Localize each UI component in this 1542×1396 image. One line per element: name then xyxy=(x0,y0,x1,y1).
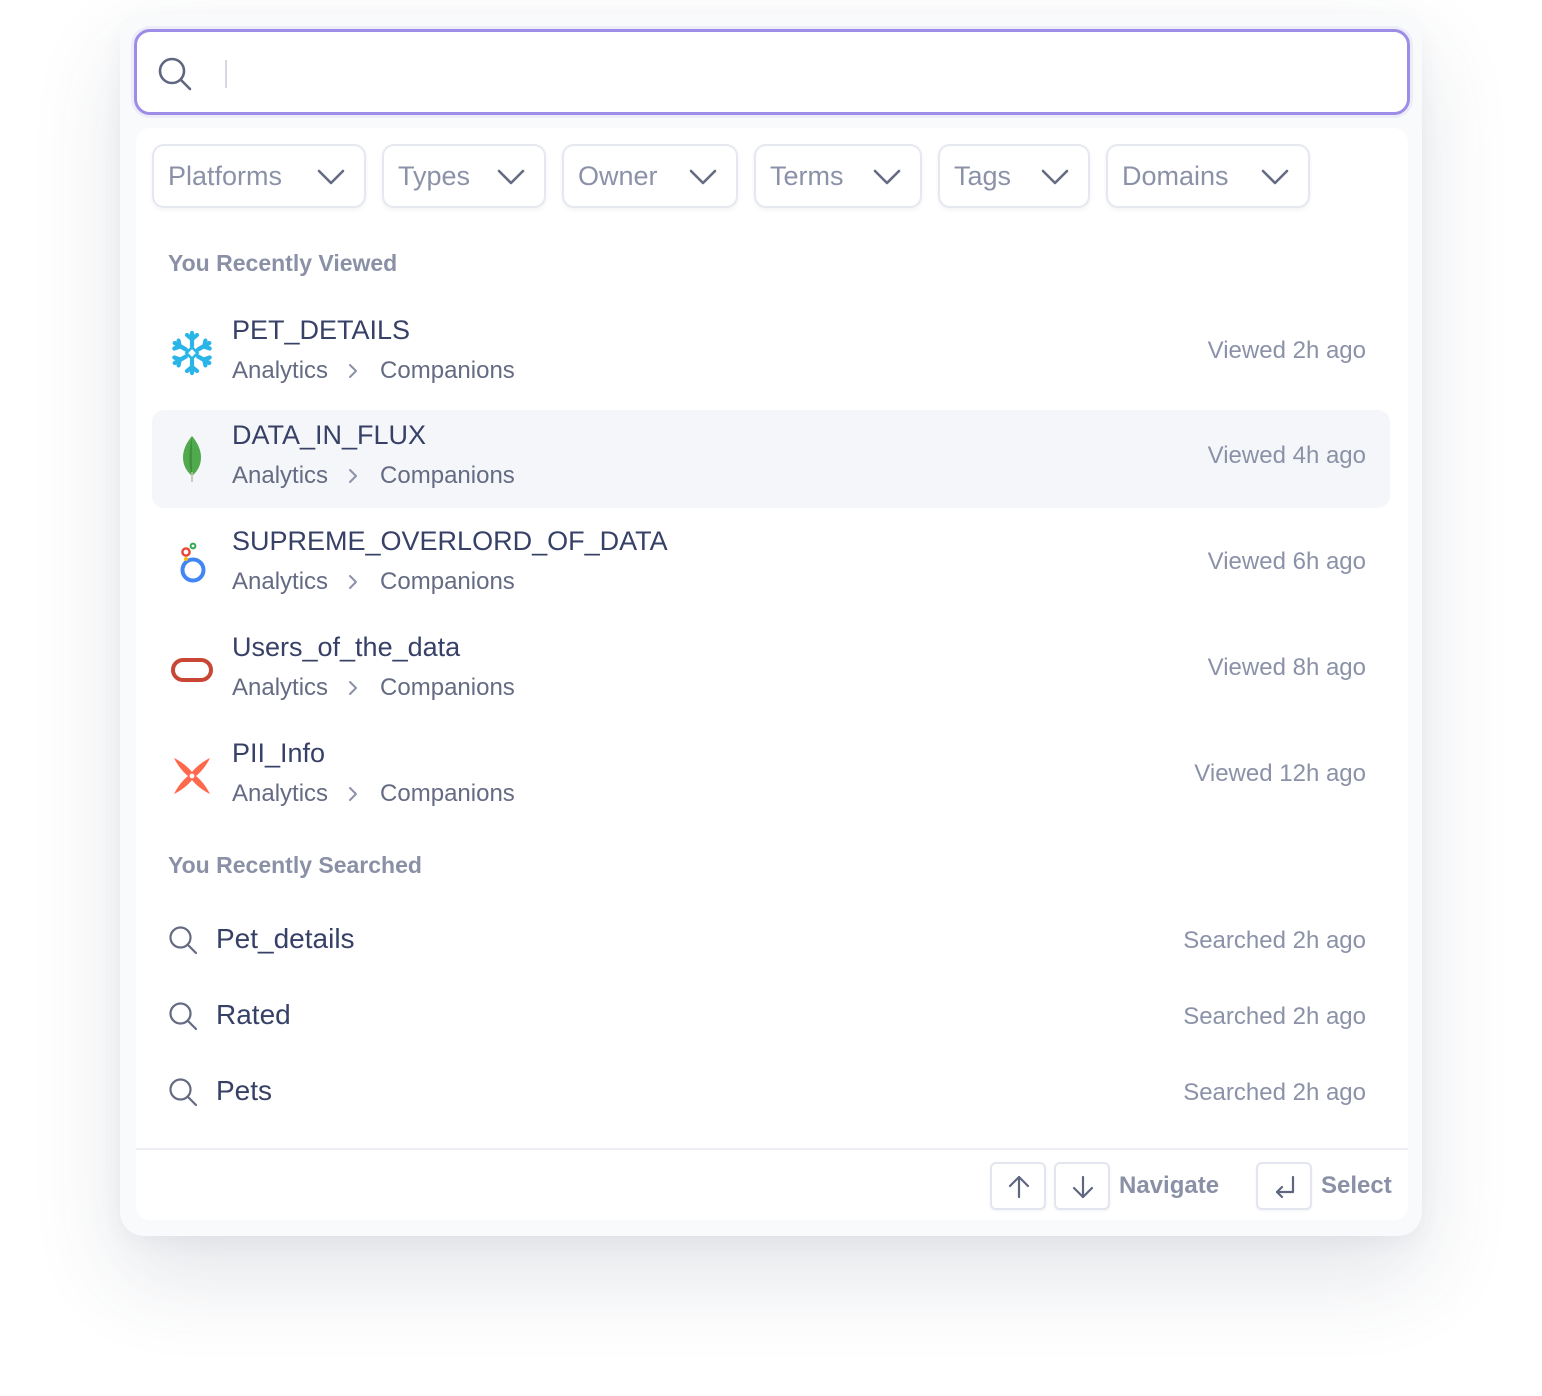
filter-terms[interactable]: Terms xyxy=(754,144,922,208)
chevron-right-icon xyxy=(349,469,358,483)
filter-platforms[interactable]: Platforms xyxy=(152,144,366,208)
breadcrumb-part: Analytics xyxy=(232,674,329,701)
viewed-time: Viewed 6h ago xyxy=(1207,548,1366,575)
searched-time: Searched 2h ago xyxy=(1183,927,1366,954)
enter-icon xyxy=(1275,1175,1295,1199)
recent-item-data-in-flux[interactable]: DATA_IN_FLUX Analytics Companions Viewed… xyxy=(152,410,1390,508)
recent-item-supreme-overlord-of-data[interactable]: SUPREME_OVERLORD_OF_DATA Analytics Compa… xyxy=(152,516,1390,614)
chevron-down-icon xyxy=(689,169,717,185)
recent-item-users-of-the-data[interactable]: Users_of_the_data Analytics Companions V… xyxy=(152,622,1390,720)
breadcrumb: Analytics Companions xyxy=(232,780,515,808)
breadcrumb-part: Analytics xyxy=(232,462,329,489)
search-query: Rated xyxy=(216,999,291,1030)
viewed-time: Viewed 8h ago xyxy=(1207,654,1366,681)
filter-label: Owner xyxy=(578,160,658,191)
recent-item-pii-info[interactable]: PII_Info Analytics Companions Viewed 12h… xyxy=(152,728,1390,826)
recent-search-pet-details[interactable]: Pet_details Searched 2h ago xyxy=(152,908,1390,972)
keyboard-hints-footer: Navigate Select xyxy=(136,1148,1408,1220)
arrow-up-key[interactable] xyxy=(990,1162,1046,1210)
dbt-icon xyxy=(174,758,210,794)
filter-label: Terms xyxy=(770,160,844,191)
search-query: Pet_details xyxy=(216,923,355,954)
viewed-time: Viewed 2h ago xyxy=(1207,337,1366,364)
breadcrumb: Analytics Companions xyxy=(232,568,515,596)
search-bar[interactable] xyxy=(134,29,1410,115)
chevron-down-icon xyxy=(1041,169,1069,185)
navigate-label: Navigate xyxy=(1119,1172,1220,1199)
item-title: SUPREME_OVERLORD_OF_DATA xyxy=(232,526,668,556)
breadcrumb-part: Companions xyxy=(380,357,515,384)
search-input[interactable] xyxy=(223,50,1383,94)
chevron-down-icon xyxy=(1261,169,1289,185)
breadcrumb: Analytics Companions xyxy=(232,674,515,702)
item-title: Users_of_the_data xyxy=(232,632,461,662)
breadcrumb-part: Companions xyxy=(380,568,515,595)
arrow-down-key[interactable] xyxy=(1054,1162,1110,1210)
results-panel: Platforms Types Owner Terms Tags Domains… xyxy=(136,128,1408,1220)
filter-owner[interactable]: Owner xyxy=(562,144,738,208)
search-icon xyxy=(169,1078,198,1107)
filter-label: Tags xyxy=(954,160,1012,191)
mongodb-leaf-icon xyxy=(183,436,201,482)
chevron-down-icon xyxy=(873,169,901,185)
recent-search-pets[interactable]: Pets Searched 2h ago xyxy=(152,1060,1390,1124)
item-title: PII_Info xyxy=(232,738,326,768)
item-title: PET_DETAILS xyxy=(232,315,411,345)
breadcrumb: Analytics Companions xyxy=(232,357,515,385)
chevron-right-icon xyxy=(349,364,358,378)
filter-domains[interactable]: Domains xyxy=(1106,144,1310,208)
arrow-up-icon xyxy=(1008,1175,1030,1199)
recently-searched-heading: You Recently Searched xyxy=(168,852,422,878)
viewed-time: Viewed 12h ago xyxy=(1194,760,1366,787)
looker-icon xyxy=(180,542,206,583)
breadcrumb-part: Analytics xyxy=(232,780,329,807)
searched-time: Searched 2h ago xyxy=(1183,1003,1366,1030)
search-icon xyxy=(169,1002,198,1031)
chevron-right-icon xyxy=(349,787,358,801)
breadcrumb-part: Companions xyxy=(380,780,515,807)
breadcrumb-part: Analytics xyxy=(232,568,329,595)
oracle-icon xyxy=(171,658,213,682)
breadcrumb-part: Companions xyxy=(380,462,515,489)
search-icon xyxy=(158,57,192,91)
filter-label: Types xyxy=(398,160,471,191)
filter-label: Domains xyxy=(1122,160,1229,191)
recently-viewed-heading: You Recently Viewed xyxy=(168,250,398,276)
breadcrumb-part: Analytics xyxy=(232,357,329,384)
search-query: Pets xyxy=(216,1075,273,1106)
filter-tags[interactable]: Tags xyxy=(938,144,1090,208)
enter-key[interactable] xyxy=(1256,1162,1312,1210)
recent-search-rated[interactable]: Rated Searched 2h ago xyxy=(152,984,1390,1048)
chevron-down-icon xyxy=(497,169,525,185)
breadcrumb-part: Companions xyxy=(380,674,515,701)
recent-item-pet-details[interactable]: PET_DETAILS Analytics Companions Viewed … xyxy=(152,305,1390,403)
chevron-right-icon xyxy=(349,681,358,695)
viewed-time: Viewed 4h ago xyxy=(1207,442,1366,469)
filter-types[interactable]: Types xyxy=(382,144,546,208)
searched-time: Searched 2h ago xyxy=(1183,1079,1366,1106)
item-title: DATA_IN_FLUX xyxy=(232,420,427,450)
chevron-down-icon xyxy=(317,169,345,185)
breadcrumb: Analytics Companions xyxy=(232,462,515,490)
search-icon xyxy=(169,926,198,955)
snowflake-icon xyxy=(172,330,212,376)
arrow-down-icon xyxy=(1072,1175,1094,1199)
chevron-right-icon xyxy=(349,575,358,589)
select-label: Select xyxy=(1321,1172,1392,1199)
filter-label: Platforms xyxy=(168,160,283,191)
